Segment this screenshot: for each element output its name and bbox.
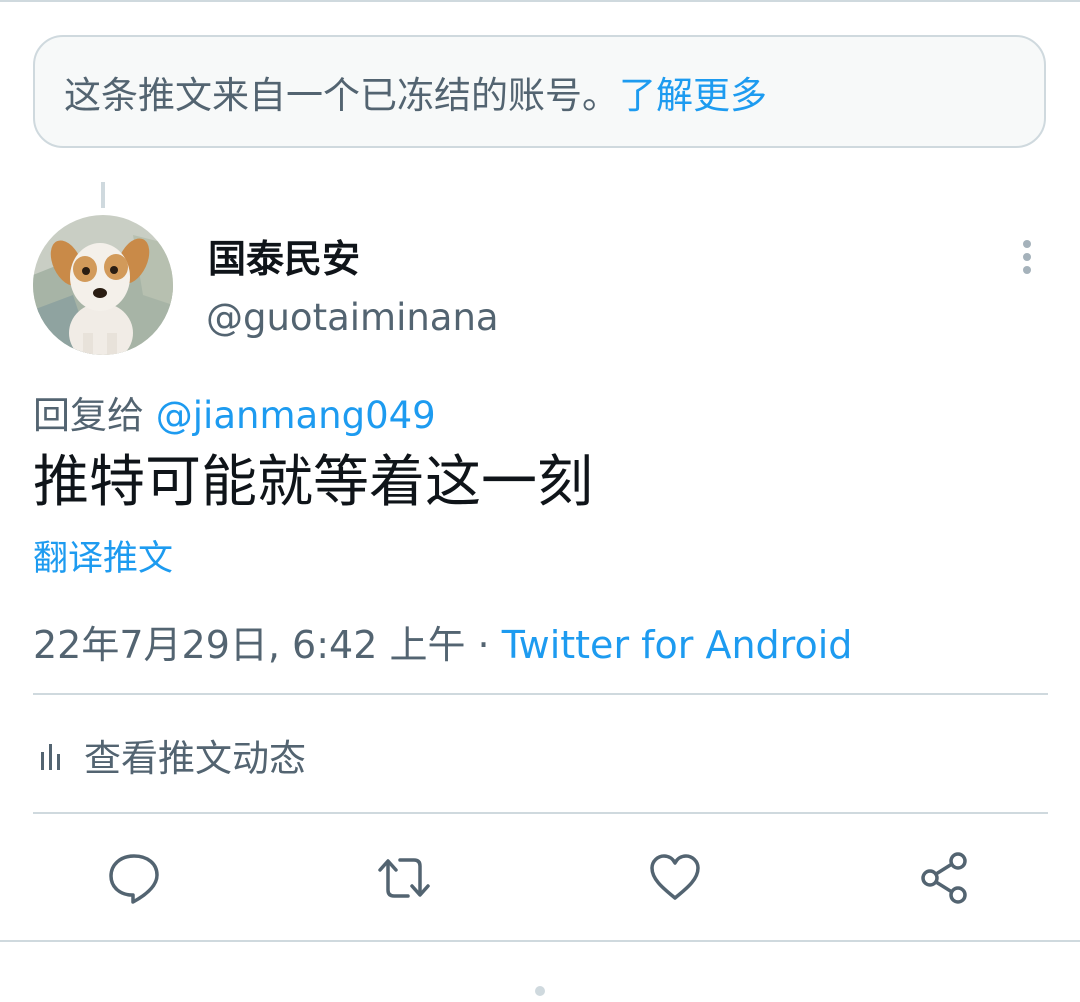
tweet-text: 推特可能就等着这一刻 [33, 450, 593, 515]
like-icon[interactable] [647, 850, 703, 906]
reply-icon[interactable] [106, 850, 162, 906]
more-options-icon[interactable] [1010, 236, 1044, 280]
dog-avatar-icon [33, 215, 173, 355]
activity-label: 查看推文动态 [84, 737, 306, 780]
reply-prefix: 回复给 [33, 394, 156, 437]
reply-mention-link[interactable]: @jianmang049 [156, 394, 436, 437]
bar-chart-icon [41, 744, 60, 770]
scroll-indicator-dot [535, 986, 545, 996]
replying-to-line: 回复给 @jianmang049 [33, 385, 436, 439]
retweet-icon[interactable] [376, 850, 432, 906]
translate-tweet-link[interactable]: 翻译推文 [33, 530, 173, 581]
avatar[interactable] [33, 215, 173, 355]
tweet-timestamp: 22年7月29日, 6:42 上午 · [33, 623, 502, 667]
tweet-source-link[interactable]: Twitter for Android [502, 623, 853, 667]
top-border [0, 0, 1080, 2]
share-icon[interactable] [917, 850, 973, 906]
divider [33, 693, 1048, 695]
user-handle[interactable]: @guotaiminana [206, 296, 499, 339]
divider [33, 812, 1048, 814]
display-name[interactable]: 国泰民安 [208, 228, 360, 283]
bottom-border [0, 940, 1080, 942]
notice-text: 这条推文来自一个已冻结的账号。 [64, 73, 619, 117]
view-tweet-activity[interactable]: 查看推文动态 [38, 728, 306, 782]
learn-more-link[interactable]: 了解更多 [619, 65, 767, 119]
thread-connector-line [101, 182, 105, 208]
suspended-account-notice: 这条推文来自一个已冻结的账号。 了解更多 [33, 35, 1046, 148]
tweet-meta: 22年7月29日, 6:42 上午 · Twitter for Android [33, 614, 852, 669]
